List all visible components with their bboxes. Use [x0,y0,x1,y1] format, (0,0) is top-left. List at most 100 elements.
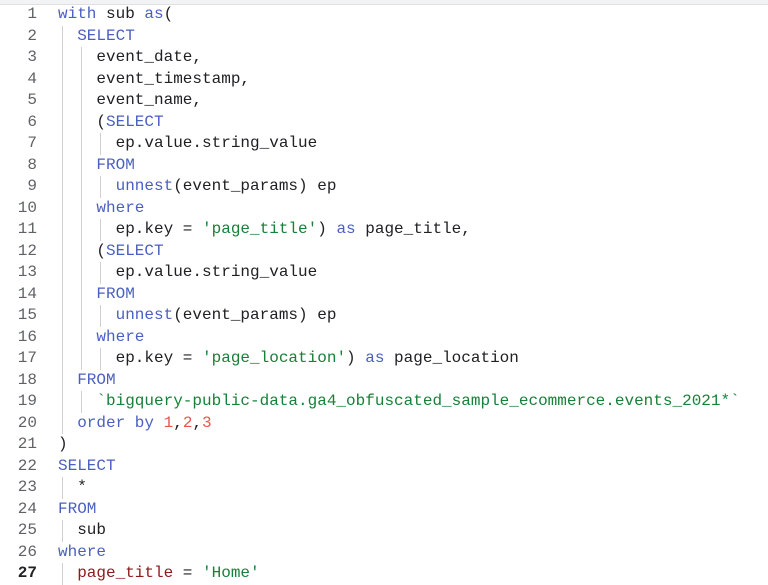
code-line[interactable]: 24 FROM [0,499,768,521]
keyword-token: SELECT [106,112,164,131]
code-text: SELECT [77,26,135,48]
string-literal-token: 'page_title' [202,220,318,238]
indent-guide [62,240,63,262]
code-line[interactable]: 18 FROM [0,369,768,391]
line-number: 23 [17,478,37,496]
string-literal-token: 'Home' [202,564,260,582]
indent-guide [62,176,63,198]
code-line[interactable]: 16 where [0,326,768,349]
indent-guide [100,348,102,370]
keyword-token: with [58,5,97,23]
code-line[interactable]: 7 ep.value.string_value [0,133,768,155]
code-text: * [77,477,87,499]
code-line[interactable]: 10 where [0,197,768,220]
keyword-token: FROM [96,155,135,174]
indent-guide [81,391,83,413]
line-number: 24 [17,499,37,518]
line-number: 10 [17,198,37,217]
line-number: 26 [17,542,37,561]
keyword-token: as [144,5,164,23]
line-number: 7 [27,134,37,152]
code-line[interactable]: 25 sub [0,520,768,542]
code-line[interactable]: 9 unnest(event_params) ep [0,176,768,198]
indent-guide [62,369,63,391]
indent-guide [81,240,83,262]
sql-code-editor[interactable]: 1 with sub as(2 SELECT 3 event_date, 4 event_t… [0,4,768,585]
code-line[interactable]: 6 (SELECT [0,111,768,134]
identifier-token: ep.value.string_value [115,134,318,152]
keyword-token: SELECT [106,241,164,260]
line-number: 8 [27,155,37,174]
indent-guide [81,68,83,90]
keyword-token: SELECT [77,26,135,45]
indent-guide [81,197,83,219]
indent-guide [62,47,63,69]
code-text: with sub as( [58,4,173,26]
line-number: 6 [27,112,37,131]
keyword-token: SELECT [58,456,116,475]
line-number: 12 [17,241,37,260]
code-line[interactable]: 14 FROM [0,283,768,306]
keyword-token: FROM [77,370,116,389]
indent-guide [62,90,63,112]
indent-guide [100,305,102,327]
code-text: unnest(event_params) ep [116,305,337,327]
code-text: where [96,327,144,349]
code-line[interactable]: 13 ep.value.string_value [0,262,768,284]
indent-guide [62,262,63,284]
code-line[interactable]: 1 with sub as( [0,4,768,26]
code-line[interactable]: 26 where [0,542,768,564]
indent-guide [62,154,63,176]
code-line[interactable]: 4 event_timestamp, [0,68,768,90]
identifier-token: (event_params) ep [173,177,337,195]
code-line[interactable]: 15 unnest(event_params) ep [0,305,768,327]
indent-guide [62,412,63,434]
indent-guide [81,111,83,133]
keyword-token: order by [77,413,164,432]
code-line[interactable]: 12 (SELECT [0,240,768,262]
code-line[interactable]: 2 SELECT [0,25,768,48]
identifier-token: page_location [384,349,519,367]
line-number: 25 [17,521,37,539]
indent-guide [100,176,102,198]
code-text: order by 1,2,3 [77,413,211,435]
indent-guide [81,47,83,69]
line-number: 21 [17,435,37,453]
code-text: `bigquery-public-data.ga4_obfuscated_sam… [96,391,739,413]
keyword-token: FROM [58,499,97,518]
indent-guide [62,68,63,90]
code-text: (SELECT [96,112,163,134]
line-number: 14 [17,284,37,303]
operator-token: , [192,413,203,432]
code-text: where [96,198,144,220]
code-text: sub [77,520,106,542]
indent-guide [81,133,83,155]
code-line[interactable]: 22 SELECT [0,456,768,478]
code-text: FROM [96,284,134,306]
code-line[interactable]: 17 ep.key = 'page_location') as page_loca… [0,348,768,370]
code-text: ep.value.string_value [116,262,318,284]
line-number: 22 [17,456,37,475]
code-line[interactable]: 8 FROM [0,154,768,177]
identifier-token: event_timestamp, [96,69,251,88]
code-line[interactable]: 20 order by 1,2,3 [0,412,768,435]
code-line[interactable]: 23 * [0,477,768,499]
line-number: 13 [17,263,37,281]
identifier-token: page_title [77,564,174,582]
code-line[interactable]: 3 event_date, [0,47,768,69]
indent-guide [100,219,102,241]
code-line[interactable]: 11 ep.key = 'page_title') as page_title, [0,219,768,241]
code-line[interactable]: 21) [0,434,768,456]
indent-guide [62,111,63,133]
code-line[interactable]: 27 page_title = 'Home' [0,563,768,585]
code-text: ep.value.string_value [116,133,318,155]
indent-guide [62,219,63,241]
code-text: unnest(event_params) ep [116,176,337,198]
code-line[interactable]: 19 `bigquery-public-data.ga4_obfuscated_s… [0,391,768,413]
code-text: FROM [96,155,134,177]
indent-guide [62,25,63,47]
number-token: 3 [202,413,212,432]
indent-guide [62,197,63,219]
code-line[interactable]: 5 event_name, [0,90,768,112]
line-number: 1 [27,5,37,23]
